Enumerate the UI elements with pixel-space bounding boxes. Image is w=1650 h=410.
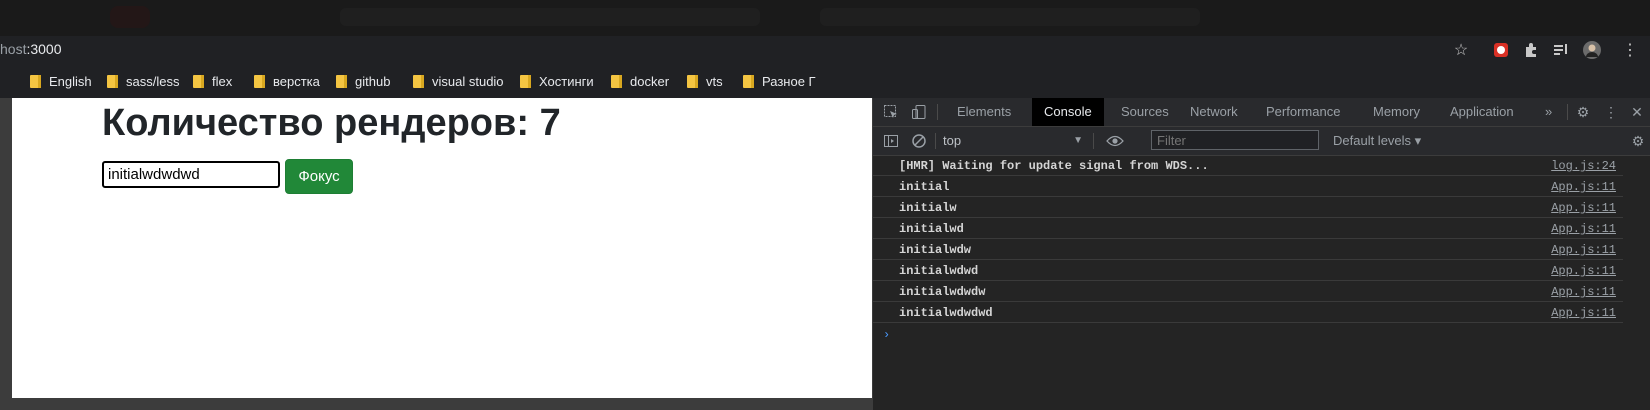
log-message: initialwdw [899,243,972,257]
divider [1567,104,1568,120]
divider [937,104,938,120]
log-source-link[interactable]: App.js:11 [1551,222,1616,236]
console-log-row: initial App.js:11 [873,176,1623,197]
chevron-down-icon: ▼ [1073,135,1083,146]
folder-icon [193,74,204,88]
bookmark-item[interactable]: docker [611,72,669,90]
folder-icon [107,74,118,88]
tab-blur [340,8,760,26]
bookmark-item[interactable]: sass/less [107,72,179,90]
browser-tab-strip [0,0,1650,36]
close-icon[interactable]: ✕ [1627,102,1647,122]
log-message: initialw [899,201,957,215]
address-bar[interactable]: host:3000 ☆ ⋮ [0,36,1650,64]
console-log-row: initialwdwd App.js:11 [873,260,1623,281]
tab-performance[interactable]: Performance [1254,98,1352,126]
tab-blur [110,6,150,28]
star-icon[interactable]: ☆ [1451,41,1471,59]
tab-network[interactable]: Network [1178,98,1250,126]
eye-icon[interactable] [1105,131,1125,151]
kebab-menu-icon[interactable]: ⋮ [1601,102,1621,122]
bookmarks-bar: English sass/less flex верстка github vi… [0,66,1650,96]
bookmark-item[interactable]: vts [687,72,723,90]
log-levels-dropdown[interactable]: Default levels ▾ [1333,131,1421,151]
console-prompt[interactable]: › [883,328,890,342]
divider [935,133,936,149]
console-log-row: initialwdw App.js:11 [873,239,1623,260]
url-port: :3000 [26,41,62,57]
folder-icon [254,74,265,88]
gear-icon[interactable]: ⚙ [1573,102,1593,122]
page-viewport: Количество рендеров: 7 Фокус [12,98,872,398]
folder-icon [687,74,698,88]
console-log-row: initialwdwdwd App.js:11 [873,302,1623,323]
log-message: initialwdwdw [899,285,986,299]
log-source-link[interactable]: App.js:11 [1551,285,1616,299]
clear-console-icon[interactable] [909,131,929,151]
puzzle-icon[interactable] [1521,41,1541,59]
log-source-link[interactable]: App.js:11 [1551,180,1616,194]
tab-blur [820,8,1200,26]
folder-icon [336,74,347,88]
url-host: host [0,41,27,57]
page-title: Количество рендеров: 7 [102,102,561,144]
bookmark-item[interactable]: visual studio [413,72,504,90]
gear-icon[interactable]: ⚙ [1628,131,1648,151]
sidebar-toggle-icon[interactable] [881,131,901,151]
kebab-menu-icon[interactable]: ⋮ [1620,41,1640,59]
extension-red-icon[interactable] [1491,41,1511,59]
console-output: [HMR] Waiting for update signal from WDS… [873,155,1650,410]
inspect-element-icon[interactable] [881,102,901,122]
console-log-row: initialw App.js:11 [873,197,1623,218]
devtools-panel: Elements Console Sources Network Perform… [872,98,1650,410]
log-source-link[interactable]: App.js:11 [1551,243,1616,257]
device-toolbar-icon[interactable] [909,102,929,122]
avatar[interactable] [1582,41,1602,59]
focus-button[interactable]: Фокус [285,159,353,194]
page-gutter [0,98,12,398]
url-text[interactable]: host:3000 [0,41,62,57]
log-message: [HMR] Waiting for update signal from WDS… [899,159,1209,173]
folder-icon [520,74,531,88]
tab-sources[interactable]: Sources [1109,98,1181,126]
bookmark-item[interactable]: flex [193,72,232,90]
log-message: initialwdwdwd [899,306,993,320]
divider [1093,133,1094,149]
tab-console[interactable]: Console [1032,98,1104,126]
tab-elements[interactable]: Elements [945,98,1023,126]
tab-memory[interactable]: Memory [1361,98,1432,126]
media-queue-icon[interactable] [1551,41,1571,59]
filter-input[interactable] [1151,130,1319,150]
console-toolbar: top ▼ Default levels ▾ ⚙ [873,127,1650,156]
bookmark-item[interactable]: верстка [254,72,320,90]
log-message: initialwd [899,222,964,236]
log-source-link[interactable]: log.js:24 [1551,159,1616,173]
context-value: top [943,133,962,148]
folder-icon [413,74,424,88]
log-source-link[interactable]: App.js:11 [1551,264,1616,278]
more-tabs-icon[interactable]: » [1533,98,1564,126]
console-log-row: initialwd App.js:11 [873,218,1623,239]
log-message: initialwdwd [899,264,979,278]
horizontal-scrollbar[interactable] [0,398,872,410]
tab-application[interactable]: Application [1438,98,1526,126]
context-selector[interactable]: top ▼ [943,131,1083,151]
bookmark-item[interactable]: github [336,72,390,90]
log-source-link[interactable]: App.js:11 [1551,201,1616,215]
text-input[interactable] [102,161,280,188]
bookmark-item[interactable]: English [30,72,92,90]
folder-icon [611,74,622,88]
log-source-link[interactable]: App.js:11 [1551,306,1616,320]
console-log-row: initialwdwdw App.js:11 [873,281,1623,302]
bookmark-item[interactable]: Хостинги [520,72,594,90]
console-log-row: [HMR] Waiting for update signal from WDS… [873,155,1623,176]
devtools-tab-bar: Elements Console Sources Network Perform… [873,98,1650,127]
log-message: initial [899,180,950,194]
bookmark-item[interactable]: Разное Г [743,72,816,90]
folder-icon [30,74,41,88]
folder-icon [743,74,754,88]
